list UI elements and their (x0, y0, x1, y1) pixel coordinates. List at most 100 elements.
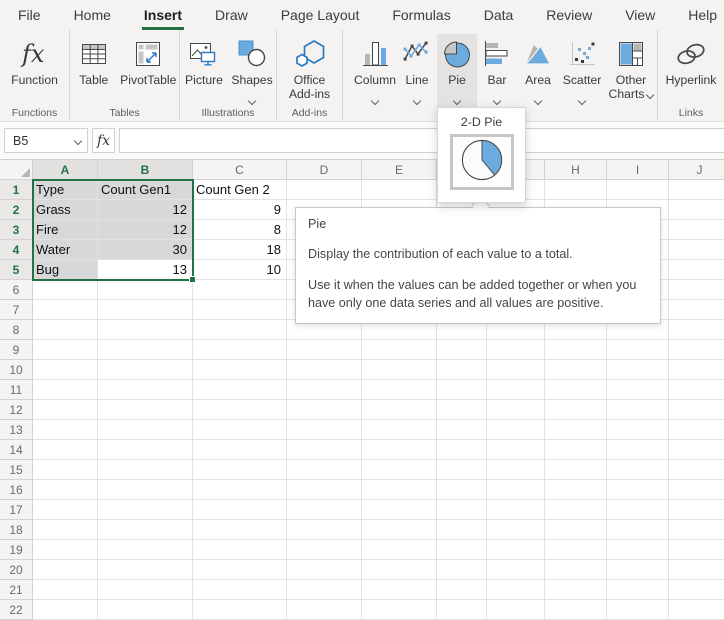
cell-a21[interactable] (33, 580, 98, 600)
cell-e13[interactable] (362, 420, 437, 440)
cell-d13[interactable] (287, 420, 362, 440)
cell-i19[interactable] (607, 540, 669, 560)
ribbon-button-area[interactable]: Area (517, 34, 559, 106)
cell-a8[interactable] (33, 320, 98, 340)
cell-i14[interactable] (607, 440, 669, 460)
row-header-7[interactable]: 7 (0, 300, 33, 320)
cell-a14[interactable] (33, 440, 98, 460)
cell-f17[interactable] (437, 500, 487, 520)
menu-tab-home[interactable]: Home (74, 0, 111, 30)
cell-d17[interactable] (287, 500, 362, 520)
cell-h15[interactable] (545, 460, 607, 480)
cell-b10[interactable] (98, 360, 193, 380)
cell-j10[interactable] (669, 360, 724, 380)
row-header-2[interactable]: 2 (0, 200, 33, 220)
name-box[interactable]: B5 (4, 128, 88, 153)
cell-a16[interactable] (33, 480, 98, 500)
ribbon-button-bar[interactable]: Bar (477, 34, 517, 106)
row-header-19[interactable]: 19 (0, 540, 33, 560)
cell-d22[interactable] (287, 600, 362, 620)
cell-f21[interactable] (437, 580, 487, 600)
cell-c6[interactable] (193, 280, 287, 300)
cell-j11[interactable] (669, 380, 724, 400)
cell-i18[interactable] (607, 520, 669, 540)
cell-i21[interactable] (607, 580, 669, 600)
cell-b16[interactable] (98, 480, 193, 500)
cell-d12[interactable] (287, 400, 362, 420)
row-header-3[interactable]: 3 (0, 220, 33, 240)
column-header-a[interactable]: A (33, 160, 98, 180)
cell-i15[interactable] (607, 460, 669, 480)
cell-a15[interactable] (33, 460, 98, 480)
cell-g17[interactable] (487, 500, 545, 520)
cell-i9[interactable] (607, 340, 669, 360)
cell-j20[interactable] (669, 560, 724, 580)
row-header-20[interactable]: 20 (0, 560, 33, 580)
ribbon-button-other-charts[interactable]: Other Charts (605, 34, 657, 106)
cell-a19[interactable] (33, 540, 98, 560)
cell-j4[interactable] (669, 240, 724, 260)
cell-a3[interactable]: Fire (33, 220, 98, 240)
cell-g18[interactable] (487, 520, 545, 540)
cell-a4[interactable]: Water (33, 240, 98, 260)
cell-a10[interactable] (33, 360, 98, 380)
cell-f19[interactable] (437, 540, 487, 560)
cell-d16[interactable] (287, 480, 362, 500)
cell-c15[interactable] (193, 460, 287, 480)
cell-e1[interactable] (362, 180, 437, 200)
cell-j12[interactable] (669, 400, 724, 420)
cell-d1[interactable] (287, 180, 362, 200)
cell-a22[interactable] (33, 600, 98, 620)
column-header-b[interactable]: B (98, 160, 193, 180)
cell-h12[interactable] (545, 400, 607, 420)
cell-g12[interactable] (487, 400, 545, 420)
cell-g16[interactable] (487, 480, 545, 500)
column-header-c[interactable]: C (193, 160, 287, 180)
cell-j5[interactable] (669, 260, 724, 280)
cell-j19[interactable] (669, 540, 724, 560)
row-header-14[interactable]: 14 (0, 440, 33, 460)
cell-c22[interactable] (193, 600, 287, 620)
cell-e17[interactable] (362, 500, 437, 520)
menu-tab-file[interactable]: File (18, 0, 41, 30)
formula-input[interactable] (119, 128, 724, 153)
cell-j21[interactable] (669, 580, 724, 600)
cell-b15[interactable] (98, 460, 193, 480)
cell-h9[interactable] (545, 340, 607, 360)
cell-d20[interactable] (287, 560, 362, 580)
cell-a6[interactable] (33, 280, 98, 300)
cell-c1[interactable]: Count Gen 2 (193, 180, 287, 200)
2d-pie-option[interactable] (450, 134, 514, 190)
menu-tab-help[interactable]: Help (688, 0, 717, 30)
row-header-9[interactable]: 9 (0, 340, 33, 360)
menu-tab-view[interactable]: View (625, 0, 655, 30)
cell-b22[interactable] (98, 600, 193, 620)
row-header-18[interactable]: 18 (0, 520, 33, 540)
cell-c5[interactable]: 10 (193, 260, 287, 280)
cell-c13[interactable] (193, 420, 287, 440)
menu-tab-data[interactable]: Data (484, 0, 514, 30)
cell-b13[interactable] (98, 420, 193, 440)
row-header-13[interactable]: 13 (0, 420, 33, 440)
ribbon-button-line[interactable]: Line (397, 34, 437, 106)
cell-d14[interactable] (287, 440, 362, 460)
cell-f13[interactable] (437, 420, 487, 440)
cell-j14[interactable] (669, 440, 724, 460)
cell-h1[interactable] (545, 180, 607, 200)
cell-e10[interactable] (362, 360, 437, 380)
column-header-d[interactable]: D (287, 160, 362, 180)
cell-a13[interactable] (33, 420, 98, 440)
row-header-4[interactable]: 4 (0, 240, 33, 260)
cell-e16[interactable] (362, 480, 437, 500)
cell-c19[interactable] (193, 540, 287, 560)
ribbon-button-column[interactable]: Column (353, 34, 397, 106)
row-header-21[interactable]: 21 (0, 580, 33, 600)
cell-j22[interactable] (669, 600, 724, 620)
cell-b21[interactable] (98, 580, 193, 600)
cell-b8[interactable] (98, 320, 193, 340)
cell-h16[interactable] (545, 480, 607, 500)
menu-tab-page-layout[interactable]: Page Layout (281, 0, 360, 30)
cell-e12[interactable] (362, 400, 437, 420)
cell-h18[interactable] (545, 520, 607, 540)
cell-a11[interactable] (33, 380, 98, 400)
